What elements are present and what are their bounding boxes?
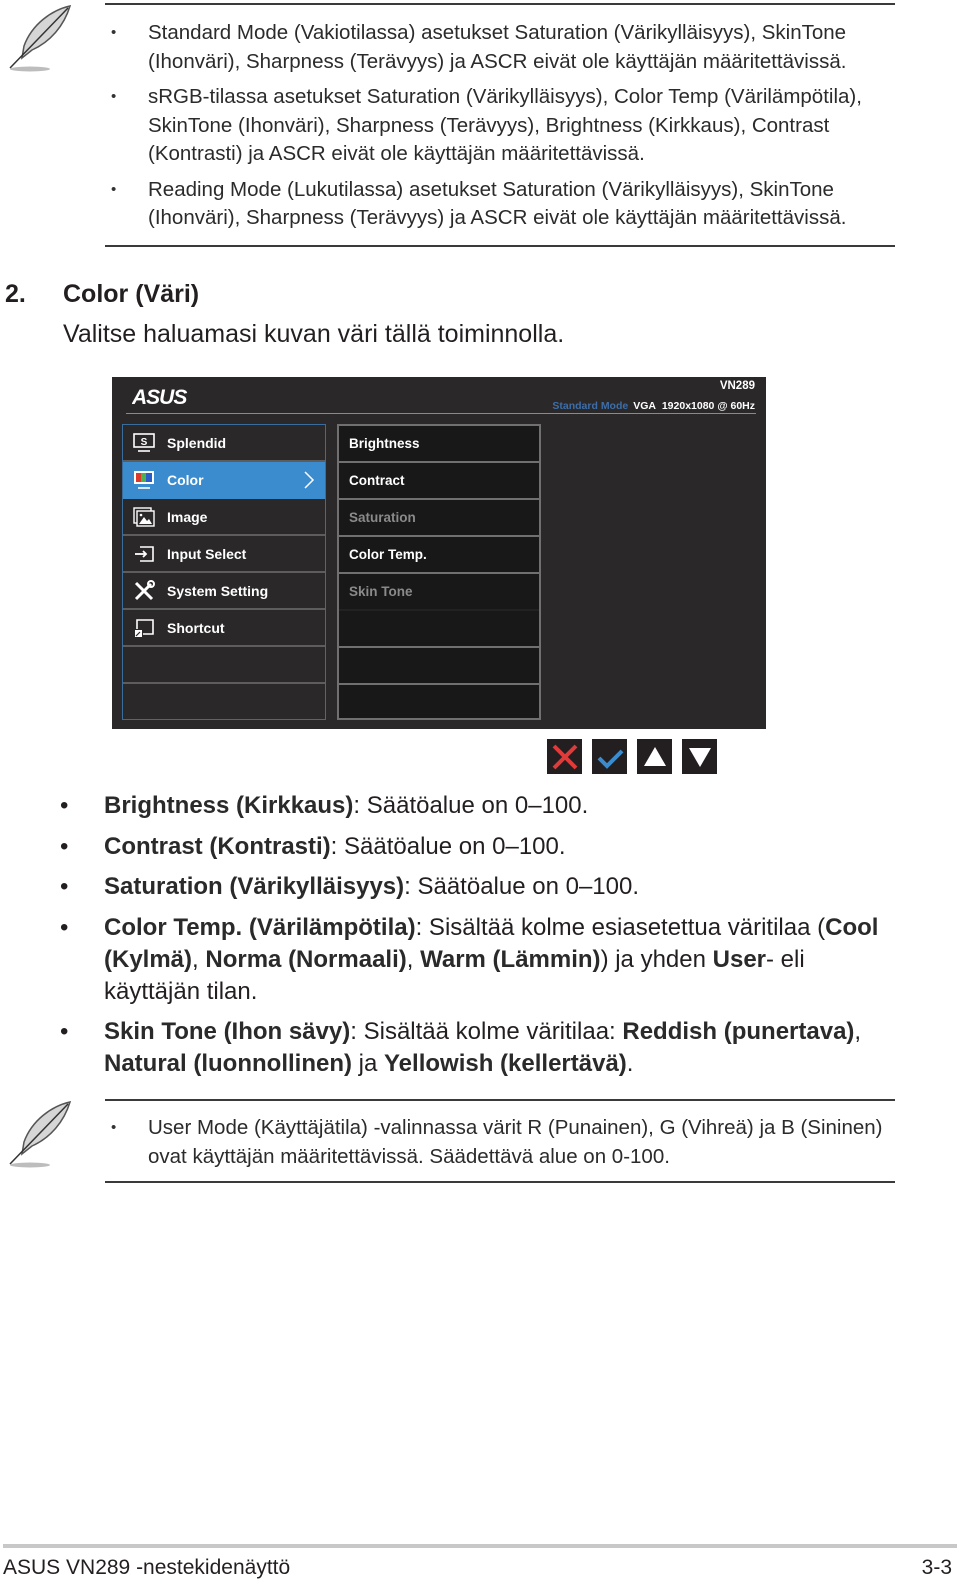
menu-item-empty — [123, 684, 325, 721]
triangle-up-icon — [643, 746, 666, 766]
chevron-right-icon — [304, 471, 315, 489]
menu-item-system-setting[interactable]: System Setting — [123, 573, 325, 610]
section-heading: 2. Color (Väri) — [5, 280, 199, 309]
input-select-icon — [131, 543, 157, 565]
note-bottom-rule — [105, 245, 895, 247]
menu-item-splendid[interactable]: S Splendid — [123, 425, 325, 462]
down-key[interactable] — [682, 739, 717, 774]
close-icon — [552, 744, 577, 769]
menu-item-image[interactable]: Image — [123, 499, 325, 536]
osd-key-row — [547, 739, 717, 774]
osd-input: VGA — [633, 400, 656, 412]
submenu-item-empty — [339, 685, 539, 722]
svg-text:S: S — [141, 437, 148, 448]
note-item: Reading Mode (Lukutilassa) asetukset Sat… — [105, 176, 895, 233]
note-top-list: Standard Mode (Vakiotilassa) asetukset S… — [105, 19, 895, 240]
triangle-down-icon — [688, 747, 711, 767]
color-icon — [131, 469, 157, 491]
section-description: Valitse haluamasi kuvan väri tällä toimi… — [63, 320, 565, 348]
submenu-item-contrast[interactable]: Contract — [339, 463, 539, 500]
feature-item-saturation: Saturation (Värikylläisyys): Säätöalue o… — [60, 871, 900, 903]
note-feather-icon — [9, 4, 72, 72]
system-setting-icon — [131, 579, 157, 602]
check-icon — [597, 749, 623, 769]
up-key[interactable] — [637, 739, 672, 774]
feature-item-color-temp: Color Temp. (Värilämpötila): Sisältää ko… — [60, 912, 900, 1008]
image-icon — [131, 506, 157, 528]
note-item: Standard Mode (Vakiotilassa) asetukset S… — [105, 19, 895, 76]
note-item: User Mode (Käyttäjätila) -valinnassa vär… — [105, 1114, 895, 1171]
menu-item-empty — [123, 647, 325, 684]
asus-logo: ASUS — [132, 387, 188, 407]
note-bottom-list: User Mode (Käyttäjätila) -valinnassa vär… — [105, 1114, 895, 1178]
section-title: Color (Väri) — [63, 280, 200, 308]
note-item: sRGB-tilassa asetukset Saturation (Värik… — [105, 83, 895, 169]
osd-divider — [126, 413, 756, 414]
section-number: 2. — [5, 280, 26, 308]
osd-main-menu: S Splendid Color Image Input Select Syst… — [122, 424, 326, 720]
feature-item-brightness: Brightness (Kirkkaus): Säätöalue on 0–10… — [60, 790, 900, 822]
osd-status: Standard Mode VGA 1920x1080 @ 60Hz — [552, 400, 755, 412]
note-top-rule — [105, 1099, 895, 1101]
page-number: 3-3 — [921, 1556, 952, 1579]
osd-screen: ASUS VN289 Standard Mode VGA 1920x1080 @ … — [112, 377, 766, 729]
note-top-rule — [105, 3, 895, 5]
submenu-item-empty — [339, 648, 539, 685]
submenu-item-saturation: Saturation — [339, 500, 539, 537]
shortcut-icon — [131, 617, 157, 639]
footer-rule — [3, 1544, 957, 1548]
submenu-item-color-temp[interactable]: Color Temp. — [339, 537, 539, 574]
submenu-item-brightness[interactable]: Brightness — [339, 426, 539, 463]
note-bottom-rule — [105, 1181, 895, 1183]
osd-resolution: 1920x1080 @ 60Hz — [661, 400, 755, 412]
close-key[interactable] — [547, 739, 582, 774]
confirm-key[interactable] — [592, 739, 627, 774]
menu-item-color[interactable]: Color — [123, 462, 325, 499]
feature-item-skin-tone: Skin Tone (Ihon sävy): Sisältää kolme vä… — [60, 1016, 900, 1080]
osd-color-submenu: Brightness Contract Saturation Color Tem… — [337, 424, 541, 720]
menu-item-input-select[interactable]: Input Select — [123, 536, 325, 573]
footer-title: ASUS VN289 -nestekidenäyttö — [3, 1556, 291, 1579]
submenu-item-skin-tone: Skin Tone — [339, 574, 539, 611]
note-feather-icon — [9, 1100, 72, 1168]
osd-mode: Standard Mode — [552, 400, 629, 412]
color-feature-list: Brightness (Kirkkaus): Säätöalue on 0–10… — [60, 790, 900, 1089]
svg-text:ASUS: ASUS — [132, 387, 187, 407]
menu-item-shortcut[interactable]: Shortcut — [123, 610, 325, 647]
splendid-icon: S — [131, 432, 157, 454]
submenu-item-empty — [339, 611, 539, 648]
osd-model: VN289 — [719, 380, 755, 392]
feature-item-contrast: Contrast (Kontrasti): Säätöalue on 0–100… — [60, 831, 900, 863]
